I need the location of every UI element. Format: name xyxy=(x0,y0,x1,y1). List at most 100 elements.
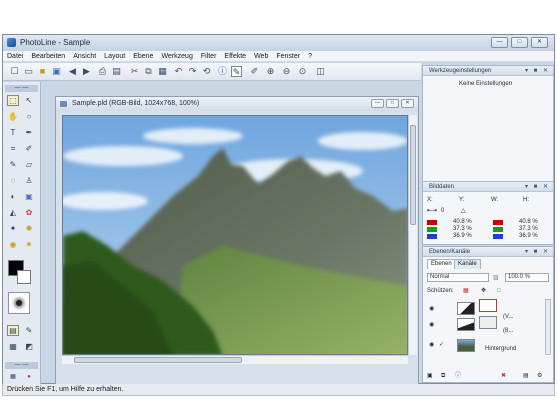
doc-close-button[interactable]: ✕ xyxy=(401,99,414,108)
undo-icon[interactable]: ↶ xyxy=(173,66,184,77)
eraser-tool-icon[interactable]: ▱ xyxy=(23,159,35,170)
vertical-scroll-thumb[interactable] xyxy=(410,125,416,225)
gradient-tool-icon[interactable]: ◐ xyxy=(7,191,19,202)
panel-controls[interactable]: ▾ ■ ✕ xyxy=(525,248,550,256)
eyedropper-tool-icon[interactable]: ✐ xyxy=(23,143,35,154)
menu-bar: Datei Bearbeiten Ansicht Layout Ebene We… xyxy=(3,51,554,62)
open-folder-icon[interactable]: ▭ xyxy=(23,66,34,77)
mask-icon[interactable]: ◩ xyxy=(23,341,35,352)
layer-selected-check-icon[interactable]: ✓ xyxy=(439,341,444,349)
shape-tool-icon[interactable]: ▣ xyxy=(23,191,35,202)
menu-layout[interactable]: Layout xyxy=(100,51,129,61)
status-bar: Drücken Sie F1, um Hilfe zu erhalten. xyxy=(2,384,555,396)
back-icon[interactable]: ◀ xyxy=(67,66,78,77)
blend-mode-select[interactable]: Normal xyxy=(427,273,489,282)
layer-settings-icon[interactable]: ⚙ xyxy=(537,372,542,380)
fill-tool-icon[interactable]: ◭ xyxy=(7,207,19,218)
grid-icon[interactable]: ▦ xyxy=(7,341,19,352)
menu-werkzeug[interactable]: Werkzeug xyxy=(157,51,196,61)
folder-icon[interactable]: ■ xyxy=(37,66,48,77)
tab-ebenen[interactable]: Ebenen xyxy=(427,259,456,269)
eyedropper-icon[interactable]: ✐ xyxy=(249,66,260,77)
visibility-eye-icon[interactable]: ◉ xyxy=(429,305,434,313)
smudge-tool-icon[interactable]: ✿ xyxy=(23,207,35,218)
menu-ebene[interactable]: Ebene xyxy=(129,51,157,61)
minimize-button[interactable]: — xyxy=(491,37,508,48)
redo-icon[interactable]: ↷ xyxy=(187,66,198,77)
dodge-tool-icon[interactable]: ◉ xyxy=(7,239,19,250)
blue-value-left: 36.9 % xyxy=(453,233,472,239)
layers-scrollbar[interactable] xyxy=(545,299,551,355)
paste-icon[interactable]: ▦ xyxy=(157,66,168,77)
panel-controls[interactable]: ▾ ■ ✕ xyxy=(525,67,550,75)
zoom-in-icon[interactable]: ⊕ xyxy=(265,66,276,77)
menu-filter[interactable]: Filter xyxy=(197,51,221,61)
doc-maximize-button[interactable]: □ xyxy=(386,99,399,108)
sponge-tool-icon[interactable]: ✺ xyxy=(23,223,35,234)
new-document-icon[interactable]: ☐ xyxy=(9,66,20,77)
lasso-tool-icon[interactable]: ◌ xyxy=(7,175,19,186)
wand-tool-icon[interactable]: ✦ xyxy=(7,223,19,234)
hand-tool-icon[interactable]: ✋ xyxy=(7,111,19,122)
scan-icon[interactable]: ▤ xyxy=(111,66,122,77)
crop-tool-icon[interactable]: ⌗ xyxy=(7,143,19,154)
panel-controls[interactable]: ▾ ■ ✕ xyxy=(525,183,550,191)
layer-mode-icon[interactable]: ✎ xyxy=(23,325,35,336)
doc-minimize-button[interactable]: — xyxy=(371,99,384,108)
layer-info-icon[interactable]: ⓘ xyxy=(455,372,461,380)
brush-preview[interactable] xyxy=(8,292,30,314)
close-button[interactable]: ✕ xyxy=(531,37,548,48)
visibility-eye-icon[interactable]: ◉ xyxy=(429,341,434,349)
brush-tool-icon[interactable]: ✎ xyxy=(7,159,19,170)
menu-help[interactable]: ? xyxy=(304,51,316,61)
zoom-actual-icon[interactable]: ◫ xyxy=(315,66,326,77)
protect-move-icon[interactable]: ✥ xyxy=(481,287,486,295)
menu-fenster[interactable]: Fenster xyxy=(272,51,304,61)
menu-web[interactable]: Web xyxy=(250,51,272,61)
forward-icon[interactable]: ▶ xyxy=(81,66,92,77)
protect-transparency-icon[interactable]: ▦ xyxy=(463,287,469,295)
zoom-fit-icon[interactable]: ⊙ xyxy=(297,66,308,77)
visibility-eye-icon[interactable]: ◉ xyxy=(429,321,434,329)
pen-tool-icon[interactable]: ✒ xyxy=(23,127,35,138)
zoom-tool-icon[interactable]: ○ xyxy=(23,111,35,122)
tool-palette-footer-header[interactable]: — — xyxy=(5,362,38,369)
info-icon[interactable]: ⓘ xyxy=(217,66,228,77)
burn-tool-icon[interactable]: ✷ xyxy=(23,239,35,250)
menu-effekte[interactable]: Effekte xyxy=(220,51,250,61)
horizontal-scroll-thumb[interactable] xyxy=(74,357,242,363)
menu-datei[interactable]: Datei xyxy=(3,51,27,61)
tool-palette-header[interactable]: — — xyxy=(5,85,38,92)
maximize-button[interactable]: □ xyxy=(511,37,528,48)
text-tool-icon[interactable]: T xyxy=(7,127,19,138)
main-toolbar: ☐ ▭ ■ ▣ ◀ ▶ ⎙ ▤ ✂ ⧉ ▦ ↶ ↷ ⟲ ⓘ ✎ ✐ ⊕ ⊖ ⊙ … xyxy=(3,63,421,81)
rotate-icon[interactable]: ⟲ xyxy=(201,66,212,77)
canvas-horizontal-scrollbar[interactable] xyxy=(62,355,408,364)
menu-bearbeiten[interactable]: Bearbeiten xyxy=(27,51,69,61)
save-icon[interactable]: ▣ xyxy=(51,66,62,77)
copy-icon[interactable]: ⧉ xyxy=(143,66,154,77)
view-mode-icon[interactable]: ▤ xyxy=(7,325,19,336)
tab-kanaele[interactable]: Kanäle xyxy=(454,259,481,269)
image-canvas[interactable] xyxy=(62,115,408,355)
stamp-tool-icon[interactable]: ♙ xyxy=(23,175,35,186)
menu-ansicht[interactable]: Ansicht xyxy=(69,51,100,61)
select-tool-icon[interactable]: ⬚ xyxy=(7,95,19,106)
move-tool-icon[interactable]: ↖ xyxy=(23,95,35,106)
zoom-out-icon[interactable]: ⊖ xyxy=(281,66,292,77)
document-icon xyxy=(60,101,67,107)
print-icon[interactable]: ⎙ xyxy=(97,66,108,77)
opacity-field[interactable]: 100.0 % xyxy=(505,273,549,282)
swatch-dot-icon[interactable]: ● xyxy=(23,372,35,383)
background-color-swatch[interactable] xyxy=(17,270,31,284)
swatch-grid-icon[interactable]: ▦ xyxy=(7,372,19,383)
delete-layer-icon[interactable]: ✖ xyxy=(501,372,506,380)
layer-menu-icon[interactable]: ▤ xyxy=(523,372,529,380)
cut-icon[interactable]: ✂ xyxy=(129,66,140,77)
status-text: Drücken Sie F1, um Hilfe zu erhalten. xyxy=(7,386,124,393)
canvas-vertical-scrollbar[interactable] xyxy=(408,115,417,355)
brush-icon[interactable]: ✎ xyxy=(231,66,242,77)
new-layer-icon[interactable]: ▣ xyxy=(427,372,433,380)
protect-all-icon[interactable]: □ xyxy=(497,287,501,295)
duplicate-layer-icon[interactable]: ⧉ xyxy=(441,372,445,380)
